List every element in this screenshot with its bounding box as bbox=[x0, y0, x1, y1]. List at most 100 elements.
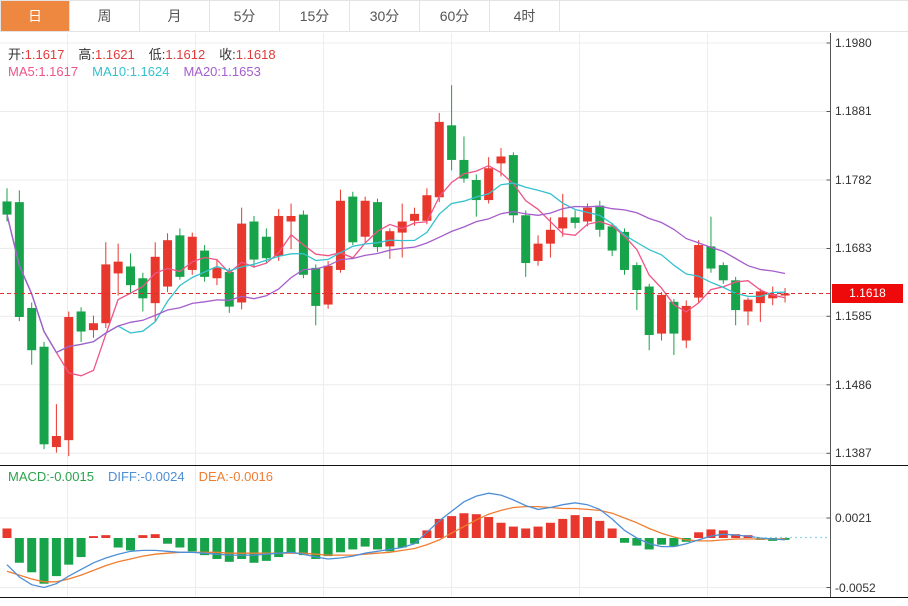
macd-bar bbox=[77, 538, 86, 557]
price-tick-label: 1.1980 bbox=[835, 35, 872, 51]
legend-label: DEA: bbox=[199, 469, 229, 484]
tab-week[interactable]: 周 bbox=[70, 1, 140, 31]
candle-body bbox=[27, 308, 36, 350]
candle-body bbox=[77, 311, 86, 331]
macd-bar bbox=[225, 538, 234, 562]
legend-value: -0.0015 bbox=[50, 469, 94, 484]
legend-value: 1.1621 bbox=[95, 47, 135, 62]
macd-bar bbox=[151, 534, 160, 538]
macd-bar bbox=[138, 535, 147, 538]
macd-bar bbox=[361, 538, 370, 547]
macd-bar bbox=[497, 523, 506, 538]
candle-body bbox=[52, 436, 61, 447]
candle-body bbox=[262, 237, 271, 258]
candle-body bbox=[373, 202, 382, 247]
tab-day[interactable]: 日 bbox=[0, 1, 70, 31]
candle-body bbox=[361, 201, 370, 237]
candle-body bbox=[447, 125, 456, 160]
macd-bar bbox=[237, 538, 246, 559]
candle-body bbox=[694, 245, 703, 298]
ohlc-legend: 开:1.1617高:1.1621低:1.1612收:1.1618 bbox=[8, 44, 290, 63]
legend-value: 1.1624 bbox=[130, 64, 170, 79]
tab-month[interactable]: 月 bbox=[140, 1, 210, 31]
macd-bar bbox=[534, 527, 543, 538]
legend-item: MACD:-0.0015 bbox=[8, 469, 94, 484]
timeframe-toolbar: 日周月5分15分30分60分4时 bbox=[0, 0, 908, 32]
candle-body bbox=[422, 195, 431, 221]
legend-label: 收: bbox=[219, 47, 236, 62]
macd-bar bbox=[126, 538, 135, 550]
candle-body bbox=[657, 295, 666, 334]
candle-body bbox=[287, 216, 296, 222]
price-tick-label: 1.1782 bbox=[835, 172, 872, 188]
macd-bar bbox=[521, 528, 530, 538]
tab-5min[interactable]: 5分 bbox=[210, 1, 280, 31]
legend-item: MA20:1.1653 bbox=[183, 64, 260, 79]
legend-item: DEA:-0.0016 bbox=[199, 469, 273, 484]
candle-body bbox=[632, 265, 641, 290]
macd-bar bbox=[64, 538, 73, 565]
macd-bar bbox=[546, 523, 555, 538]
candle-body bbox=[484, 168, 493, 200]
candle-body bbox=[250, 222, 259, 260]
macd-bar bbox=[250, 538, 259, 563]
candle-body bbox=[324, 266, 333, 305]
tab-15min[interactable]: 15分 bbox=[280, 1, 350, 31]
macd-bar bbox=[15, 538, 24, 563]
legend-label: 开: bbox=[8, 47, 25, 62]
legend-item: DIFF:-0.0024 bbox=[108, 469, 185, 484]
macd-bar bbox=[694, 532, 703, 538]
legend-label: DIFF: bbox=[108, 469, 141, 484]
ma20-line bbox=[7, 206, 785, 352]
candle-body bbox=[719, 265, 728, 280]
macd-bar bbox=[373, 538, 382, 549]
macd-bar bbox=[287, 538, 296, 553]
price-tick-label: 1.1585 bbox=[835, 308, 872, 324]
candle-body bbox=[534, 244, 543, 261]
tab-4hour[interactable]: 4时 bbox=[490, 1, 560, 31]
macd-bar bbox=[114, 538, 123, 548]
macd-bar bbox=[620, 538, 629, 543]
macd-bar bbox=[509, 527, 518, 538]
ma-legend: MA5:1.1617MA10:1.1624MA20:1.1653 bbox=[8, 64, 275, 79]
macd-bar bbox=[3, 528, 12, 538]
tab-30min[interactable]: 30分 bbox=[350, 1, 420, 31]
macd-bar bbox=[484, 517, 493, 538]
legend-label: MA10: bbox=[92, 64, 130, 79]
legend-label: MACD: bbox=[8, 469, 50, 484]
candle-body bbox=[731, 280, 740, 310]
tab-60min[interactable]: 60分 bbox=[420, 1, 490, 31]
legend-item: 低:1.1612 bbox=[149, 47, 205, 62]
macd-bar bbox=[175, 538, 184, 548]
macd-bar bbox=[89, 536, 98, 538]
price-tick-label: 1.1387 bbox=[835, 445, 872, 461]
legend-value: 1.1653 bbox=[221, 64, 261, 79]
candle-body bbox=[385, 231, 394, 246]
legend-item: MA10:1.1624 bbox=[92, 64, 169, 79]
macd-bar bbox=[163, 538, 172, 544]
macd-tick-label: -0.0052 bbox=[835, 580, 876, 596]
macd-bar bbox=[101, 535, 110, 538]
candle-body bbox=[348, 197, 357, 243]
macd-tick-label: 0.0021 bbox=[835, 510, 872, 526]
legend-value: 1.1617 bbox=[38, 64, 78, 79]
chart-area[interactable] bbox=[0, 0, 908, 601]
candle-body bbox=[744, 300, 753, 312]
legend-label: 低: bbox=[149, 47, 166, 62]
candle-body bbox=[558, 217, 567, 228]
candle-body bbox=[546, 230, 555, 244]
legend-item: 收:1.1618 bbox=[219, 47, 275, 62]
ma10-line bbox=[7, 183, 785, 352]
macd-bar bbox=[27, 538, 36, 572]
candle-body bbox=[114, 262, 123, 274]
macd-bar bbox=[583, 517, 592, 538]
candle-body bbox=[151, 257, 160, 303]
candle-body bbox=[274, 216, 283, 256]
candle-body bbox=[706, 246, 715, 268]
candle-body bbox=[497, 156, 506, 163]
candle-body bbox=[682, 306, 691, 341]
candlestick-macd-chart bbox=[0, 0, 908, 601]
legend-value: -0.0016 bbox=[229, 469, 273, 484]
legend-value: 1.1618 bbox=[236, 47, 276, 62]
candle-body bbox=[410, 214, 419, 221]
